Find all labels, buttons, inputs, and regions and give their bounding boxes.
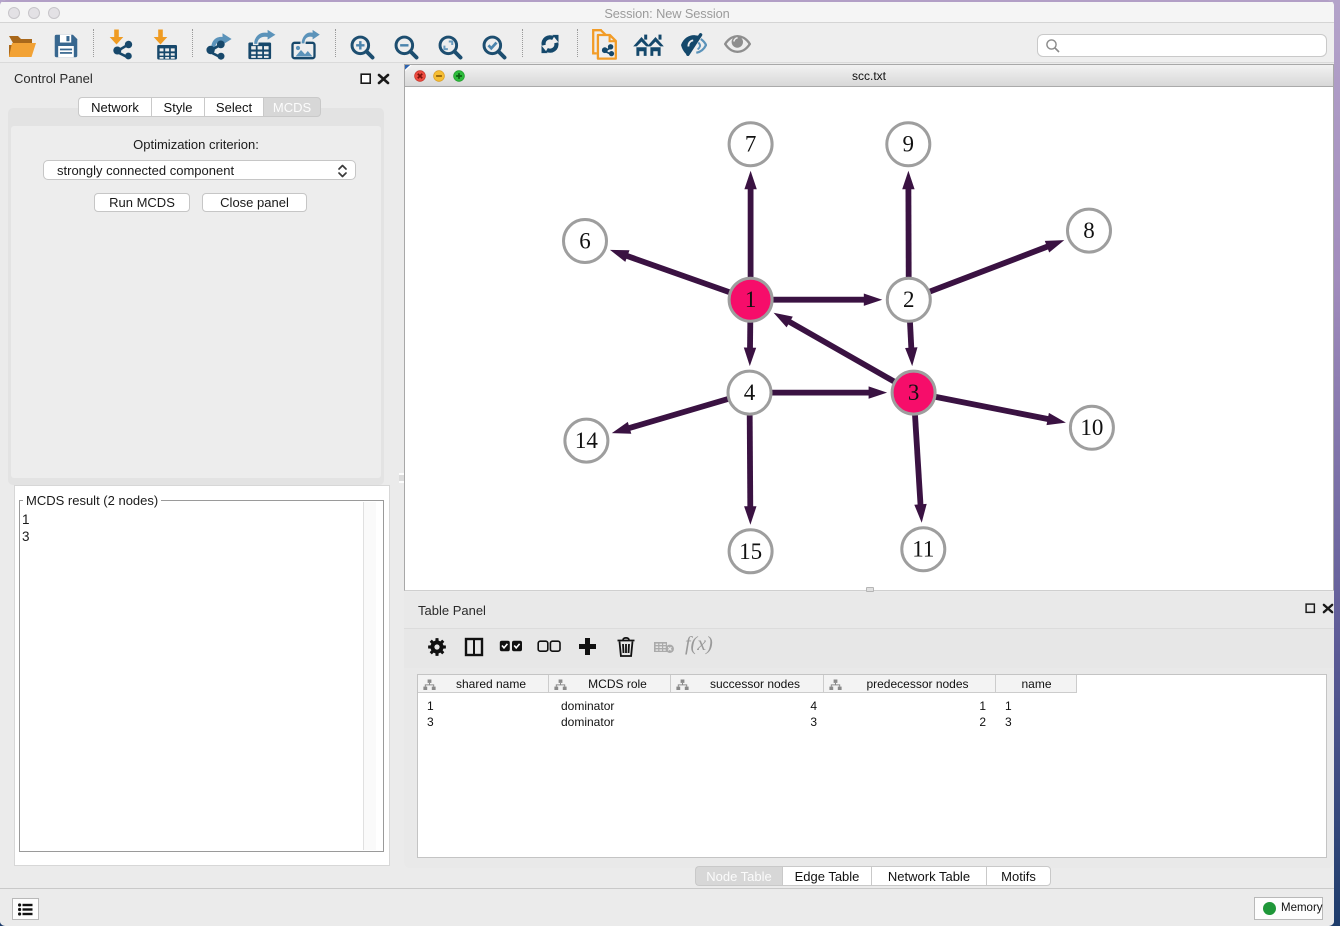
svg-text:6: 6 <box>579 229 591 254</box>
svg-text:14: 14 <box>575 428 599 453</box>
svg-text:4: 4 <box>744 380 756 405</box>
svg-text:15: 15 <box>739 539 762 564</box>
svg-text:2: 2 <box>903 287 915 312</box>
svg-text:8: 8 <box>1083 218 1095 243</box>
svg-text:10: 10 <box>1080 415 1103 440</box>
svg-text:3: 3 <box>908 380 920 405</box>
svg-text:7: 7 <box>745 132 757 157</box>
svg-text:1: 1 <box>745 287 757 312</box>
svg-text:11: 11 <box>912 537 934 562</box>
svg-text:9: 9 <box>903 132 915 157</box>
